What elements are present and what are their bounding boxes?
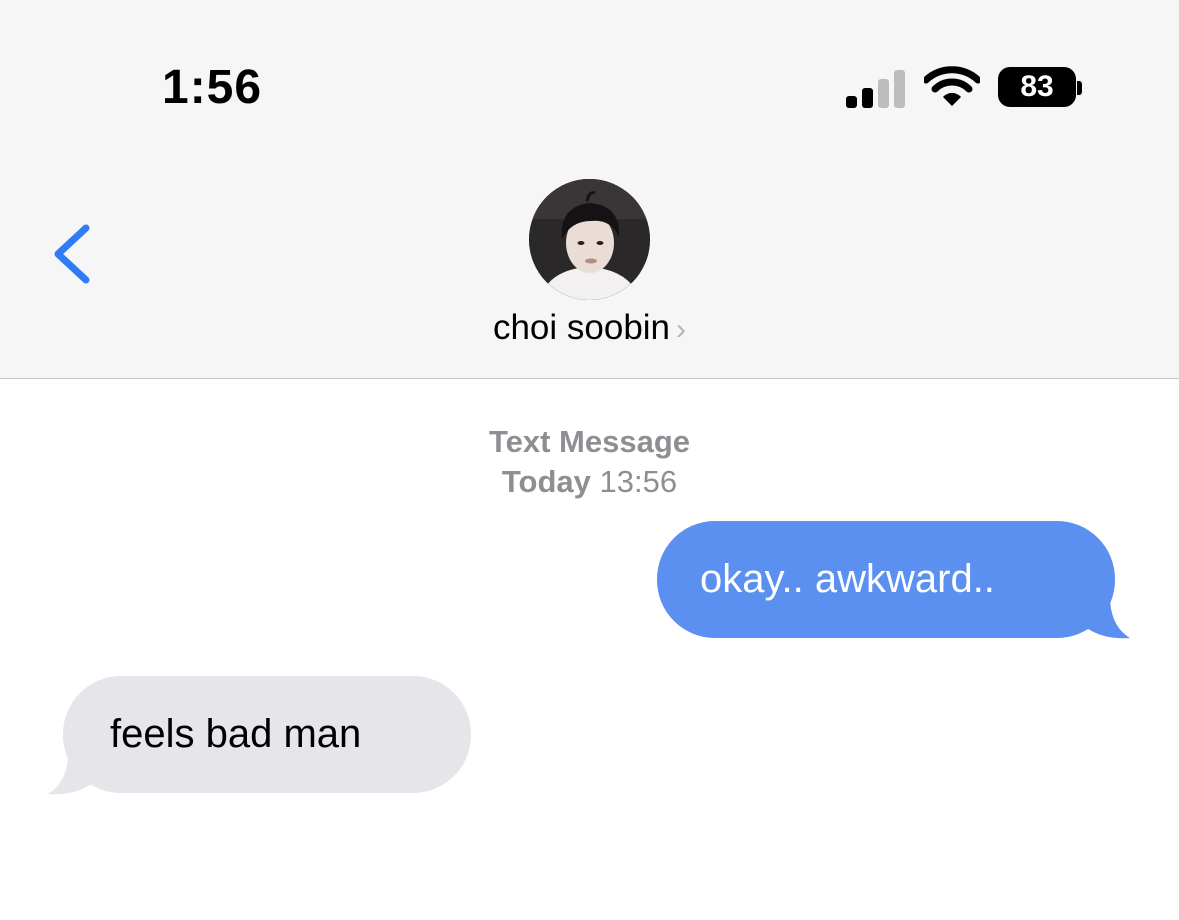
avatar-photo: [529, 179, 650, 300]
battery-level: 83: [1020, 70, 1054, 103]
contact-name: choi soobin: [492, 308, 671, 347]
battery-icon: 83: [998, 67, 1076, 107]
battery-tip: [1077, 81, 1082, 95]
status-time: 1:56: [162, 61, 263, 114]
received-message-bubble[interactable]: feels bad man: [63, 676, 471, 793]
timestamp: Today 13:56: [0, 464, 1179, 500]
chevron-left-icon[interactable]: [48, 222, 96, 286]
service-label: Text Message: [488, 424, 690, 459]
conversation-header: 1:56 83 choi soobin ›: [0, 0, 1179, 379]
time-label: 13:56: [599, 464, 678, 499]
signal-icon: [846, 68, 906, 108]
sent-message-bubble[interactable]: okay.. awkward..: [657, 521, 1115, 638]
date-label: Today: [501, 464, 591, 499]
avatar[interactable]: [529, 179, 650, 300]
message-text: okay.. awkward..: [700, 557, 995, 601]
chevron-right-icon: ›: [676, 313, 687, 346]
wifi-icon: [924, 66, 980, 106]
contact-name-button[interactable]: choi soobin ›: [0, 308, 1179, 348]
message-text: feels bad man: [110, 712, 362, 756]
